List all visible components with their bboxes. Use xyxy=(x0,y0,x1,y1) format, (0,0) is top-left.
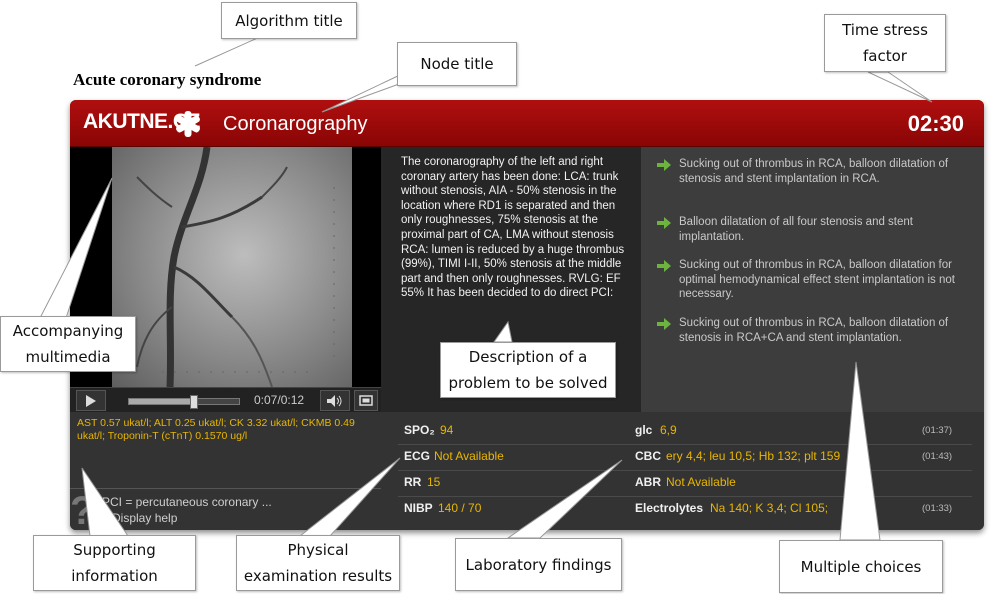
speaker-icon xyxy=(327,394,342,407)
supporting-info: PCI = percutaneous coronary ... » Displa… xyxy=(102,494,272,526)
countdown-timer: 02:30 xyxy=(907,111,964,136)
node-title: Coronarography xyxy=(223,113,368,135)
volume-button[interactable] xyxy=(320,390,350,411)
callout-choices: Multiple choices xyxy=(779,540,943,593)
callout-time-stress: Time stress factor xyxy=(824,14,946,72)
simulator-window: AKUTNE.CZ Coronarography 02:30 0:07/0:12… xyxy=(70,100,984,530)
video-time: 0:07/0:12 xyxy=(254,393,305,407)
app-header: AKUTNE.CZ Coronarography 02:30 xyxy=(70,100,984,147)
choice-option[interactable]: Sucking out of thrombus in RCA, balloon … xyxy=(657,157,972,186)
findings-panel: AST 0.57 ukat/l; ALT 0.25 ukat/l; CK 3.3… xyxy=(70,412,984,530)
supporting-info-text: PCI = percutaneous coronary ... xyxy=(102,495,272,509)
vitals-row: ECG Not Available CBC ery 4,4; leu 10,5;… xyxy=(398,444,972,471)
callout-description: Description of a problem to be solved xyxy=(440,342,616,398)
video-controls: 0:07/0:12 xyxy=(70,387,381,413)
display-help-link[interactable]: » Display help xyxy=(102,510,272,526)
vitals-row: SPO₂ 94 glc 6,9 (01:37) xyxy=(398,418,972,445)
algorithm-title: Acute coronary syndrome xyxy=(73,70,262,89)
choice-option[interactable]: Sucking out of thrombus in RCA, balloon … xyxy=(657,258,972,302)
arrow-right-icon xyxy=(657,159,671,171)
callout-algorithm-title: Algorithm title xyxy=(221,2,357,39)
arrow-right-icon xyxy=(657,318,671,330)
angiography-image xyxy=(112,146,352,388)
lab-results-text: AST 0.57 ukat/l; ALT 0.25 ukat/l; CK 3.3… xyxy=(77,417,355,442)
arrow-right-icon xyxy=(657,217,671,229)
callout-multimedia: Accompanying multimedia xyxy=(0,316,136,372)
fullscreen-icon xyxy=(359,395,373,406)
choices-panel: Sucking out of thrombus in RCA, balloon … xyxy=(641,147,984,412)
callout-laboratory: Laboratory findings xyxy=(455,538,622,591)
question-mark-icon: ? xyxy=(70,489,95,530)
arrow-right-icon xyxy=(657,260,671,272)
callout-node-title: Node title xyxy=(397,42,517,86)
vitals-row: NIBP 140 / 70 Electrolytes Na 140; K 3,4… xyxy=(404,501,953,515)
scrubber-handle[interactable] xyxy=(189,395,198,409)
video-player[interactable]: 0:07/0:12 xyxy=(70,146,381,413)
callout-supporting: Supporting information xyxy=(33,535,196,591)
play-button[interactable] xyxy=(76,390,106,411)
problem-description: The coronarography of the left and right… xyxy=(401,156,625,300)
divider xyxy=(70,488,381,489)
scrubber-fill xyxy=(129,399,193,404)
fullscreen-button[interactable] xyxy=(354,390,378,411)
choice-option[interactable]: Sucking out of thrombus in RCA, balloon … xyxy=(657,316,972,345)
play-icon xyxy=(86,394,96,407)
vitals-row: RR 15 ABR Not Available xyxy=(398,470,972,497)
callout-physical: Physical examination results xyxy=(236,535,400,591)
video-scrubber[interactable] xyxy=(128,395,240,409)
medical-star-icon xyxy=(176,111,200,137)
choice-option[interactable]: Balloon dilatation of all four stenosis … xyxy=(657,215,972,244)
